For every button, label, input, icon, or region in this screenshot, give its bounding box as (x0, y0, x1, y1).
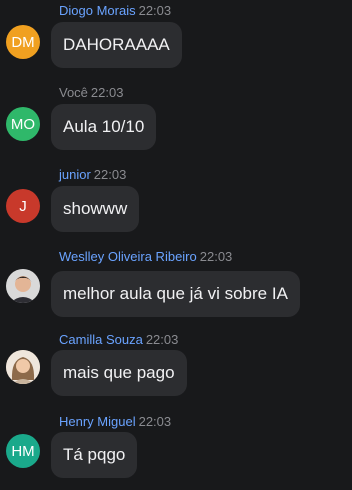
message-bubble[interactable]: mais que pago (51, 350, 187, 396)
message-text: Tá pqgo (63, 445, 126, 464)
message-time: 22:03 (145, 332, 179, 347)
author-name: Você (59, 85, 88, 100)
avatar-initials: J (19, 197, 27, 215)
avatar[interactable]: MO (6, 107, 40, 141)
author-name[interactable]: junior (59, 167, 91, 182)
avatar[interactable]: DM (6, 25, 40, 59)
message-time: 22:03 (199, 249, 233, 264)
message-header: junior 22:03 (59, 167, 126, 183)
message-header: Weslley Oliveira Ribeiro 22:03 (59, 249, 232, 265)
message-header: Camilla Souza 22:03 (59, 332, 178, 348)
author-name[interactable]: Weslley Oliveira Ribeiro (59, 249, 197, 264)
author-name[interactable]: Diogo Morais (59, 3, 136, 18)
message-bubble[interactable]: DAHORAAAA (51, 22, 182, 68)
message-header: Henry Miguel 22:03 (59, 414, 171, 430)
message-text: Aula 10/10 (63, 117, 145, 136)
avatar[interactable]: HM (6, 434, 40, 468)
message-time: 22:03 (90, 85, 124, 100)
author-name[interactable]: Henry Miguel (59, 414, 136, 429)
message-bubble[interactable]: Aula 10/10 (51, 104, 157, 150)
avatar-photo[interactable] (6, 269, 40, 303)
message-text: showww (63, 199, 128, 218)
avatar-initials: DM (11, 33, 35, 51)
message-time: 22:03 (93, 167, 127, 182)
message-text: melhor aula que já vi sobre IA (63, 284, 288, 303)
message-time: 22:03 (138, 414, 172, 429)
message-bubble[interactable]: showww (51, 186, 140, 232)
avatar-initials: MO (10, 115, 36, 133)
avatar-initials: HM (11, 442, 35, 460)
avatar[interactable]: J (6, 189, 40, 223)
person-photo-icon (6, 269, 40, 303)
message-text: mais que pago (63, 363, 175, 382)
message-text: DAHORAAAA (63, 35, 170, 54)
message-bubble[interactable]: melhor aula que já vi sobre IA (51, 271, 300, 317)
message-header: Diogo Morais 22:03 (59, 3, 171, 19)
message-bubble[interactable]: Tá pqgo (51, 432, 138, 478)
person-photo-icon (6, 350, 40, 384)
message-time: 22:03 (138, 3, 172, 18)
message-header: Você 22:03 (59, 85, 123, 101)
avatar-photo[interactable] (6, 350, 40, 384)
author-name[interactable]: Camilla Souza (59, 332, 143, 347)
